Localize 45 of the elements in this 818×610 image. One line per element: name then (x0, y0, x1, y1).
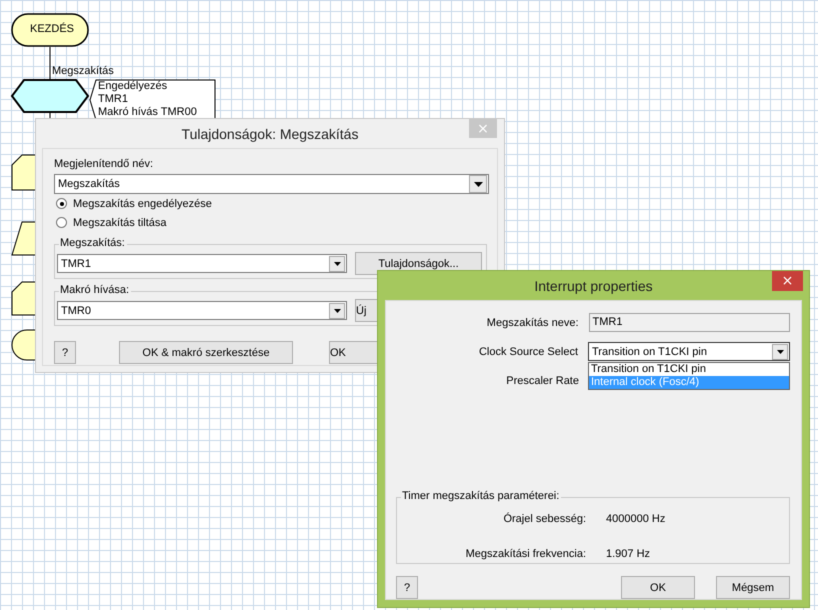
field-label: Megjelenítendő név: (54, 158, 154, 170)
field-label: Megszakítás neve: (486, 316, 579, 328)
close-button[interactable]: × (772, 271, 803, 291)
help-button[interactable]: ? (396, 576, 418, 599)
parameter-label: Órajel sebesség: (502, 513, 586, 525)
cancel-button[interactable]: Mégsem (716, 576, 790, 599)
ok-button[interactable]: OK (621, 576, 695, 599)
combo-value: TMR1 (60, 258, 92, 270)
select-combo[interactable]: TMR1 (57, 254, 347, 273)
group-label: Makró hívása: (59, 284, 132, 296)
dropdown-option[interactable]: Transition on T1CKI pin (589, 363, 789, 376)
field-label: Clock Source Select (478, 346, 578, 358)
interrupt-label: Megszakítás (52, 65, 114, 77)
window-title: Interrupt properties (534, 278, 653, 294)
field-label: Prescaler Rate (505, 374, 579, 386)
radio-button[interactable] (56, 198, 67, 209)
caret-icon (776, 350, 784, 354)
combo-value: TMR0 (60, 304, 92, 316)
radio-label: Megszakítás tiltása (73, 216, 167, 228)
name-combo[interactable]: Megszakítás (54, 174, 489, 194)
dropdown-button[interactable] (329, 256, 345, 272)
group-label: Timer megszakítás paraméterei: (401, 490, 562, 502)
dropdown-button[interactable] (772, 344, 788, 360)
comment-line: TMR1 (98, 93, 129, 106)
combo-value: Megszakítás (57, 178, 121, 190)
radio-button[interactable] (56, 217, 67, 228)
ok-edit-button[interactable]: OK & makró szerkesztése (119, 341, 293, 364)
parameter-value: 1.907 Hz (606, 548, 650, 560)
dropdown-button[interactable] (329, 302, 345, 318)
radio-label: Megszakítás engedélyezése (73, 198, 212, 210)
group-label: Megszakítás: (59, 237, 127, 249)
start-label: KEZDÉS (30, 23, 74, 35)
parameter-value: 4000000 Hz (606, 513, 666, 525)
comment-line: Makró hívás TMR00 (98, 106, 197, 119)
comment-line: Engedélyezés (98, 80, 168, 93)
caret-icon (334, 262, 340, 266)
help-button[interactable]: ? (54, 341, 76, 364)
caret-icon (334, 308, 340, 312)
combo-value: Transition on T1CKI pin (591, 346, 708, 358)
caret-icon (474, 182, 482, 186)
window-title: Tulajdonságok: Megszakítás (182, 126, 358, 142)
clock-source-combo[interactable]: Transition on T1CKI pin (588, 342, 790, 361)
parameter-label: Megszakítási frekvencia: (464, 548, 586, 560)
dropdown-button[interactable] (469, 175, 487, 193)
select-combo[interactable]: TMR0 (57, 301, 347, 320)
